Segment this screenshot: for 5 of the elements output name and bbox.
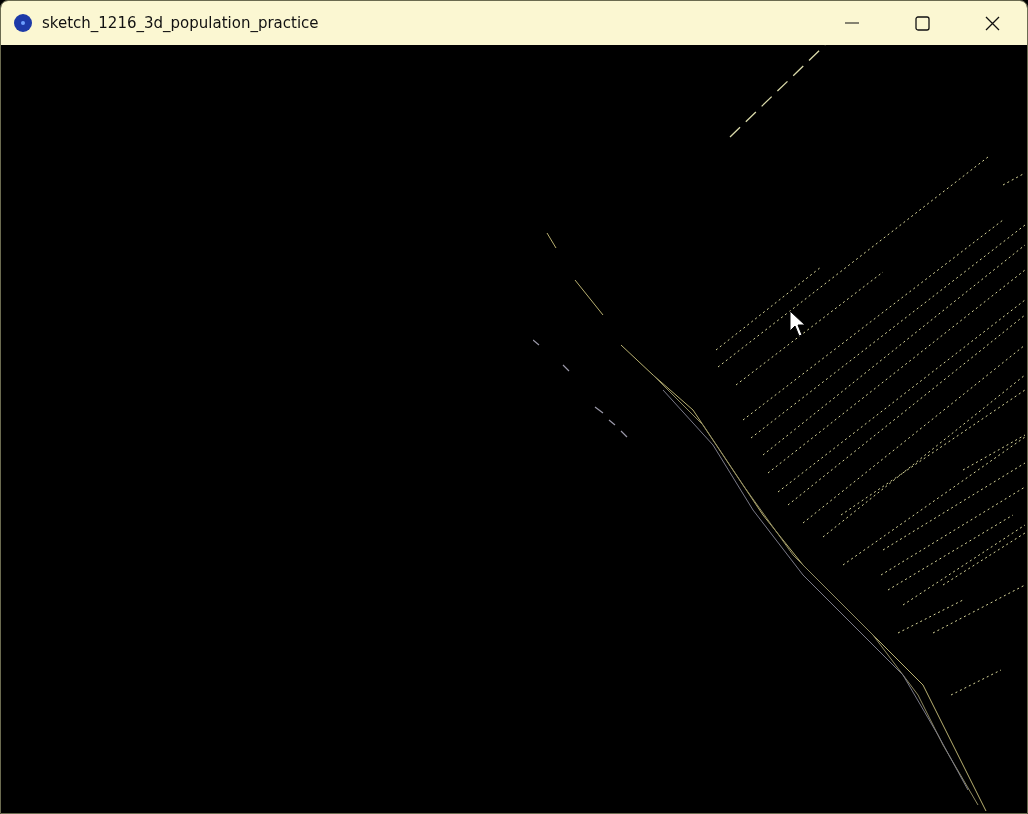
app-icon [13, 13, 33, 33]
window-title: sketch_1216_3d_population_practice [42, 14, 320, 32]
maximize-icon [914, 15, 930, 31]
minimize-icon [845, 22, 859, 24]
close-icon [984, 15, 1000, 31]
